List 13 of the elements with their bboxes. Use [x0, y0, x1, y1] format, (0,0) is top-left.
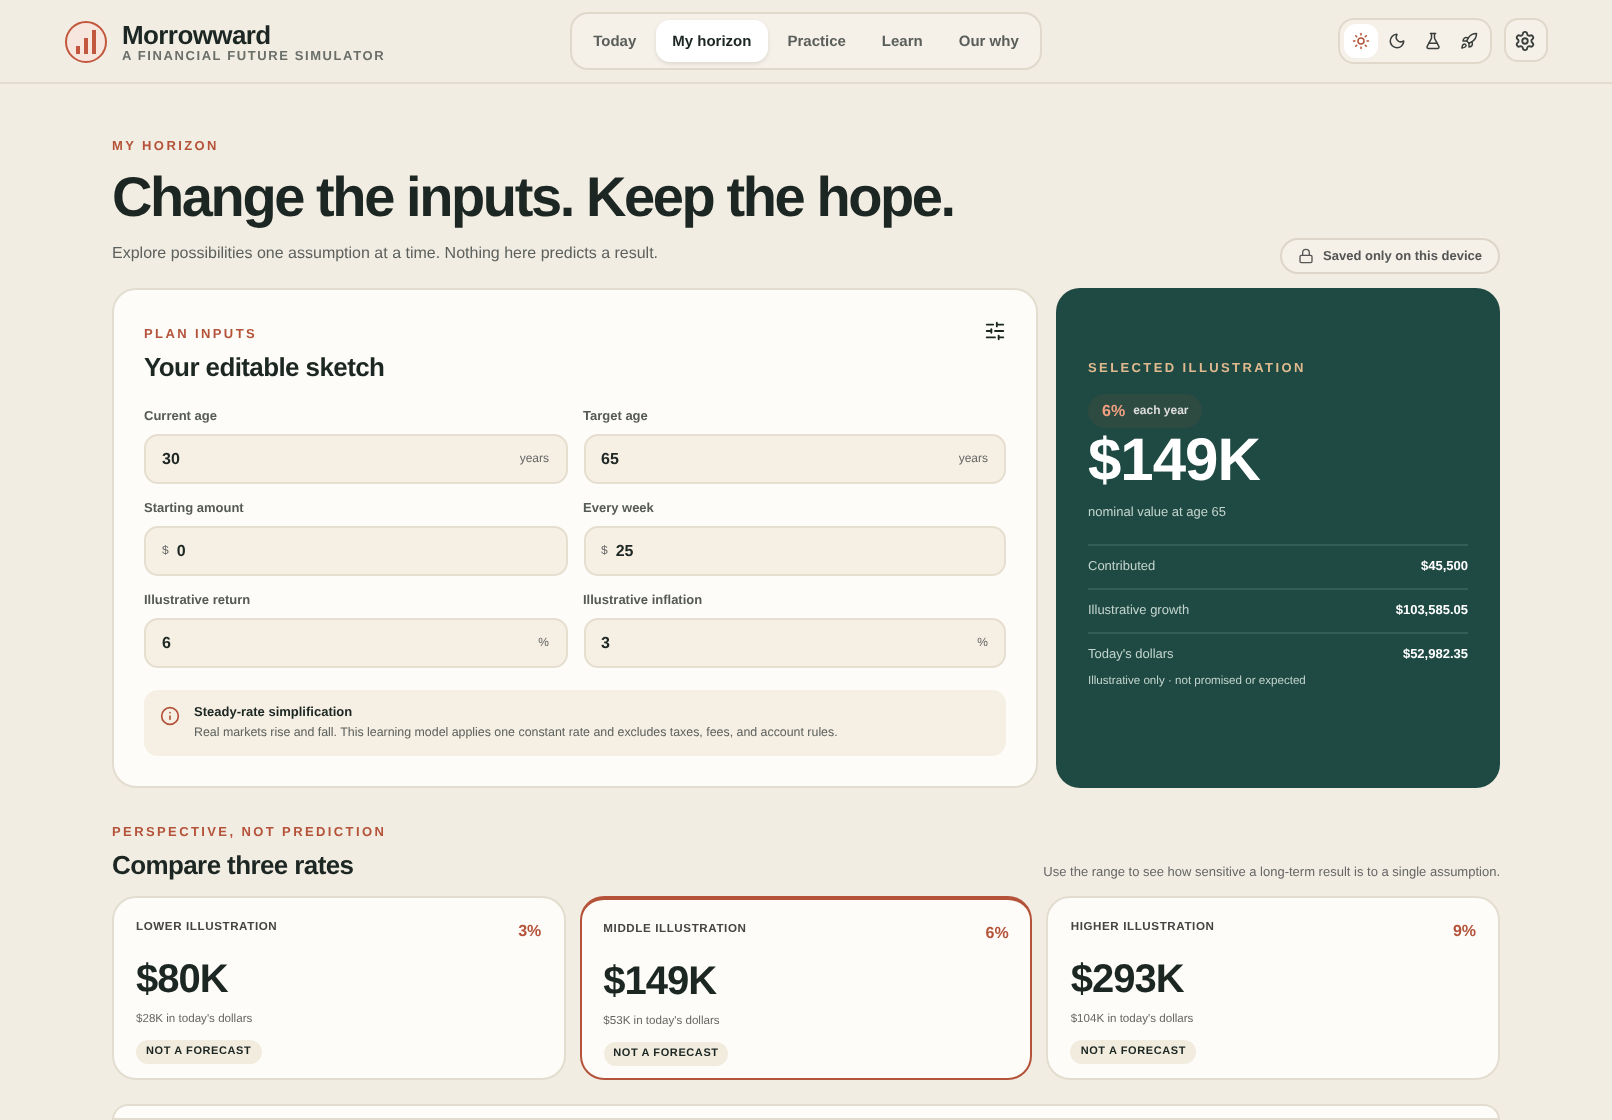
amount-value: $149K: [1088, 428, 1262, 495]
page-subtitle: Explore possibilities one assumption at a time. Nothing here predicts a result.: [112, 244, 659, 263]
card-title: Your editable sketch: [144, 352, 387, 383]
brand-name: Morrowward: [122, 19, 273, 49]
card-rate: 9%: [1452, 922, 1476, 941]
card-rate: 6%: [985, 924, 1009, 943]
card-amount: $293K: [1070, 958, 1186, 1003]
page-title: Change the inputs. Keep the hope.: [112, 166, 956, 231]
card-amount: $149K: [603, 960, 719, 1005]
card-rate: 3%: [518, 922, 542, 941]
section-title: Compare three rates: [112, 850, 354, 881]
card-amount: $80K: [136, 958, 230, 1003]
rate-value: 6%: [1102, 402, 1126, 421]
